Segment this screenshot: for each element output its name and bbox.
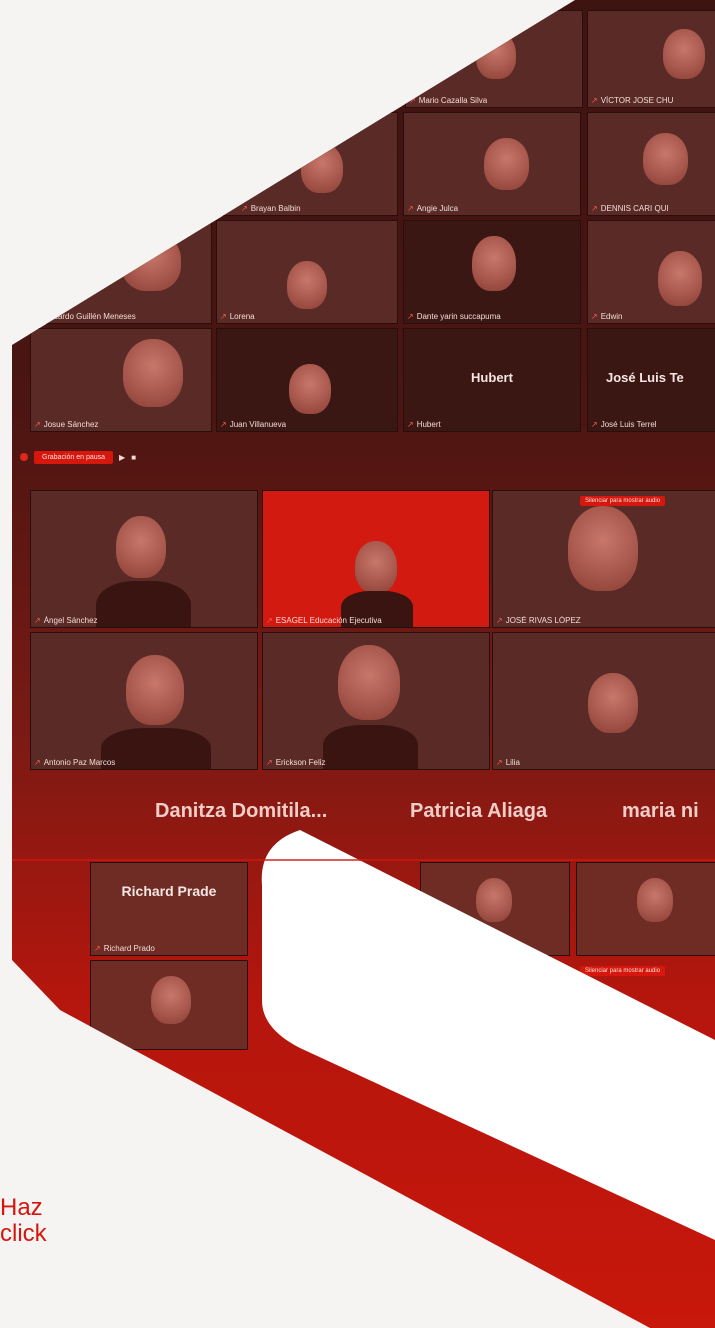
white-chevron-icon <box>261 830 715 1240</box>
call-to-action[interactable]: Haz click <box>0 1195 47 1247</box>
cta-line-1[interactable]: Haz <box>0 1195 47 1221</box>
brand-chevron-shape <box>12 830 715 1240</box>
cta-line-2[interactable]: click <box>0 1221 47 1247</box>
promo-banner: Mario Cazalla Silva VÍCTOR JOSE CHU Bray… <box>0 0 715 1328</box>
